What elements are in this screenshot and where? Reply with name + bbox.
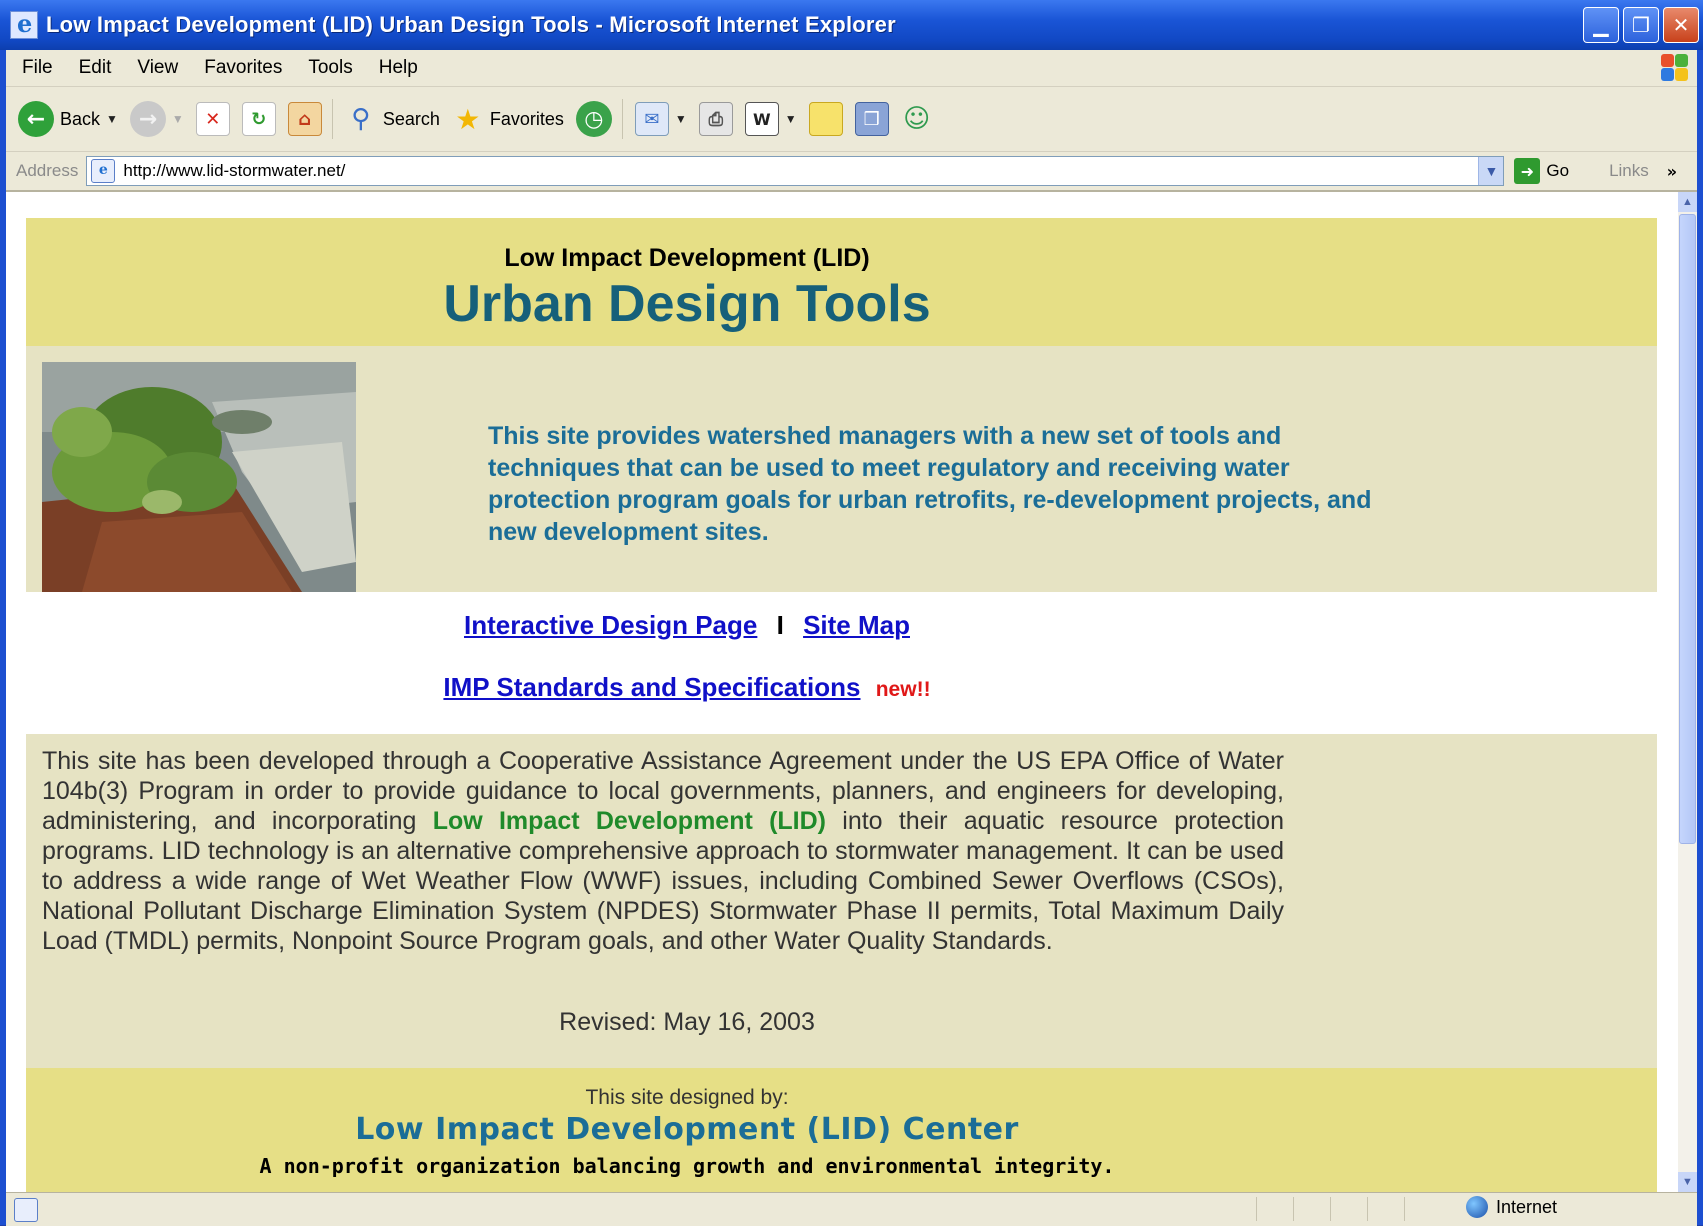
favorites-label: Favorites <box>489 108 564 129</box>
menu-tools[interactable]: Tools <box>308 57 352 79</box>
home-button[interactable]: ⌂ <box>287 102 322 136</box>
intro-band: This site provides watershed managers wi… <box>26 346 1657 592</box>
go-arrow-icon: ➜ <box>1514 158 1541 184</box>
page-icon: e <box>91 159 116 183</box>
address-url[interactable]: http://www.lid-stormwater.net/ <box>123 161 345 181</box>
footer-org-name[interactable]: Low Impact Development (LID) Center <box>26 1112 1348 1147</box>
discuss-button[interactable] <box>808 102 843 136</box>
footer-band: This site designed by: Low Impact Develo… <box>26 1068 1657 1192</box>
back-label: Back <box>60 108 101 129</box>
refresh-button[interactable]: ↻ <box>241 102 276 136</box>
menu-edit[interactable]: Edit <box>79 57 112 79</box>
search-button[interactable]: ⚲ Search <box>345 103 440 135</box>
toolbar: ← Back ▼ → ▼ ✕ ↻ ⌂ ⚲ Search ★ Favorites … <box>6 87 1697 152</box>
menu-help[interactable]: Help <box>379 57 418 79</box>
minimize-button[interactable]: ▁ <box>1583 7 1619 43</box>
interactive-design-link[interactable]: Interactive Design Page <box>464 610 757 640</box>
site-map-link[interactable]: Site Map <box>803 610 910 640</box>
back-button[interactable]: ← Back ▼ <box>18 101 118 137</box>
address-dropdown-icon[interactable]: ▼ <box>1478 157 1504 185</box>
link-separator: I <box>776 610 784 640</box>
go-button[interactable]: ➜ Go <box>1514 158 1569 184</box>
internet-globe-icon <box>1466 1196 1488 1218</box>
description-band: This site has been developed through a C… <box>26 734 1657 1068</box>
messenger-icon: ☺ <box>903 104 931 134</box>
security-zone: Internet <box>1466 1196 1557 1218</box>
forward-dropdown-icon[interactable]: ▼ <box>172 112 184 126</box>
links-chevron-icon[interactable]: » <box>1667 162 1677 181</box>
research-book-icon: ❒ <box>854 102 889 136</box>
window-controls: ▁ ❐ ✕ <box>1583 7 1699 43</box>
revised-date: Revised: May 16, 2003 <box>559 1008 815 1036</box>
description-text: This site has been developed through a C… <box>42 746 1284 956</box>
print-icon: ⎙ <box>698 102 733 136</box>
history-button[interactable]: ◷ <box>575 101 612 137</box>
favorites-button[interactable]: ★ Favorites <box>452 102 564 136</box>
scroll-thumb[interactable] <box>1679 214 1696 844</box>
mail-icon: ✉ <box>634 102 669 136</box>
menu-file[interactable]: File <box>22 57 53 79</box>
search-label: Search <box>382 108 440 129</box>
page-title: Urban Design Tools <box>443 275 931 333</box>
address-input[interactable]: e http://www.lid-stormwater.net/ ▼ <box>86 156 1505 186</box>
scroll-down-icon[interactable]: ▼ <box>1678 1172 1697 1192</box>
close-button[interactable]: ✕ <box>1663 7 1699 43</box>
note-icon <box>808 102 843 136</box>
ie-logo-icon <box>10 9 38 39</box>
links-label[interactable]: Links <box>1609 161 1649 181</box>
print-button[interactable]: ⎙ <box>698 102 733 136</box>
mail-dropdown-icon[interactable]: ▼ <box>675 112 687 126</box>
new-badge: new!! <box>875 678 931 701</box>
go-label: Go <box>1546 161 1570 180</box>
edit-word-button[interactable]: W ▼ <box>744 102 797 136</box>
back-dropdown-icon[interactable]: ▼ <box>106 112 118 126</box>
stop-button[interactable]: ✕ <box>195 102 230 136</box>
forward-button[interactable]: → ▼ <box>129 101 184 137</box>
toolbar-separator <box>621 99 623 139</box>
mail-button[interactable]: ✉ ▼ <box>634 102 687 136</box>
nav-links-row: Interactive Design Page I Site Map <box>26 610 1348 641</box>
zone-label: Internet <box>1496 1196 1558 1217</box>
home-icon: ⌂ <box>287 102 322 136</box>
status-bar: Internet <box>6 1192 1697 1226</box>
restore-button[interactable]: ❐ <box>1623 7 1659 43</box>
search-icon: ⚲ <box>351 104 371 134</box>
status-page-icon <box>14 1197 38 1222</box>
menu-bar: File Edit View Favorites Tools Help <box>6 50 1697 87</box>
description-highlight: Low Impact Development (LID) <box>432 807 826 835</box>
intro-text: This site provides watershed managers wi… <box>488 422 1372 546</box>
menu-view[interactable]: View <box>137 57 178 79</box>
back-arrow-icon: ← <box>18 101 54 137</box>
word-icon: W <box>744 102 779 136</box>
imp-link-row: IMP Standards and Specifications new!! <box>26 672 1348 703</box>
history-icon: ◷ <box>575 101 612 137</box>
vertical-scrollbar[interactable]: ▲ ▼ <box>1678 192 1697 1192</box>
toolbar-separator <box>331 99 333 139</box>
research-button[interactable]: ❒ <box>854 102 889 136</box>
stop-icon: ✕ <box>195 102 230 136</box>
title-bar[interactable]: Low Impact Development (LID) Urban Desig… <box>0 0 1703 50</box>
footer-tagline: A non-profit organization balancing grow… <box>259 1154 1115 1178</box>
address-label: Address <box>16 161 79 180</box>
forward-arrow-icon: → <box>129 101 166 137</box>
messenger-button[interactable]: ☺ <box>901 103 933 135</box>
favorites-star-icon: ★ <box>455 102 481 136</box>
status-panels <box>1256 1197 1441 1221</box>
edit-dropdown-icon[interactable]: ▼ <box>785 112 797 126</box>
window-title: Low Impact Development (LID) Urban Desig… <box>46 12 896 37</box>
windows-logo-icon <box>1659 52 1689 82</box>
rain-garden-photo <box>42 362 356 592</box>
refresh-icon: ↻ <box>241 102 276 136</box>
address-bar: Address e http://www.lid-stormwater.net/… <box>6 152 1697 192</box>
page-viewport: Low Impact Development (LID) Urban Desig… <box>6 192 1678 1192</box>
menu-favorites[interactable]: Favorites <box>204 57 282 79</box>
header-band: Low Impact Development (LID) Urban Desig… <box>26 218 1657 346</box>
scroll-up-icon[interactable]: ▲ <box>1678 192 1697 212</box>
header-subtitle: Low Impact Development (LID) <box>504 244 870 272</box>
footer-credit-label: This site designed by: <box>585 1086 789 1109</box>
imp-standards-link[interactable]: IMP Standards and Specifications <box>443 672 860 702</box>
browser-window: Low Impact Development (LID) Urban Desig… <box>0 0 1703 1226</box>
